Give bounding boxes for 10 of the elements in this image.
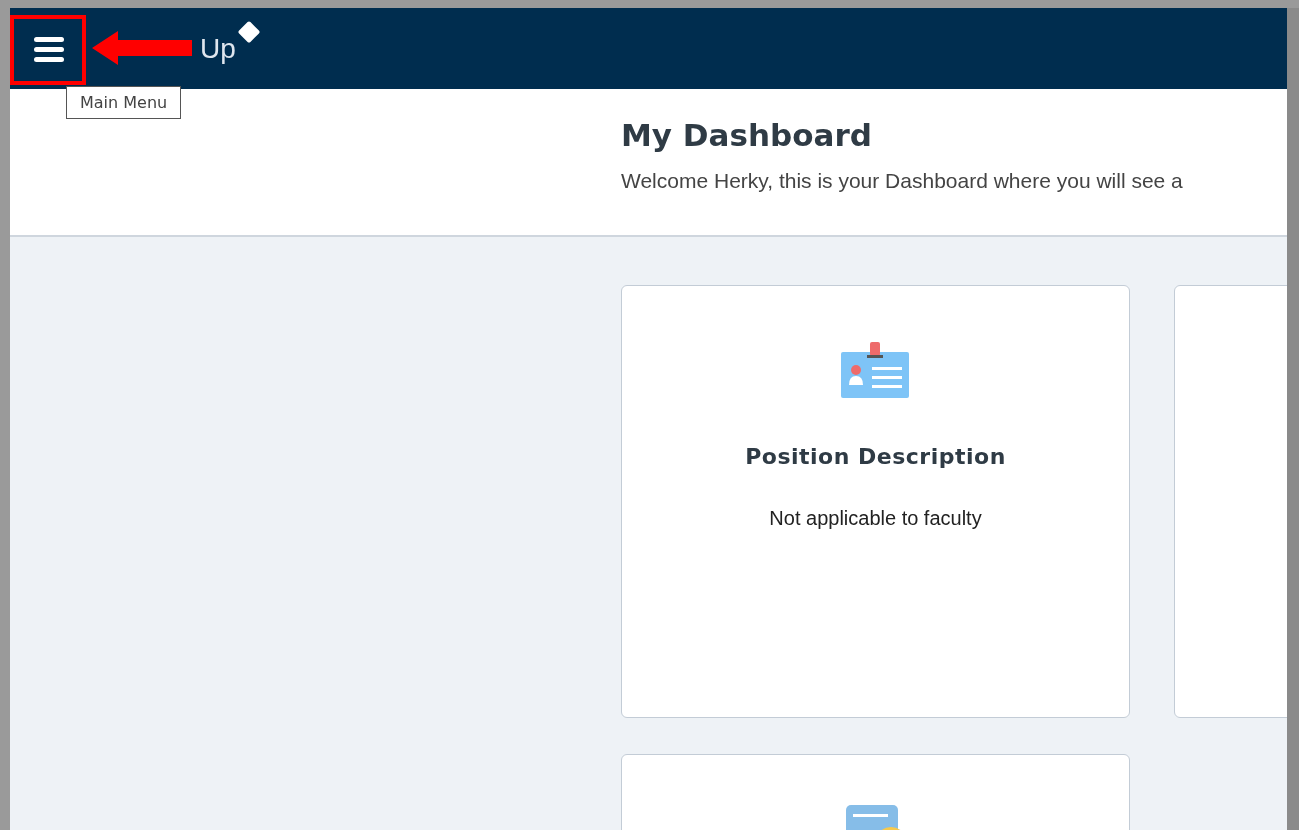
dashboard-card[interactable]: Position Description Not applicable to faculty: [621, 285, 1130, 718]
card-text: Not applicable to faculty: [769, 507, 982, 530]
main-menu-tooltip: Main Menu: [66, 86, 182, 119]
welcome-text: Welcome Herky, this is your Dashboard where you will see a: [621, 169, 1183, 193]
page-title: My Dashboard: [621, 117, 873, 153]
logo-text: Up: [200, 32, 236, 65]
main-menu-button[interactable]: [34, 35, 64, 62]
menu-icon: [34, 35, 64, 62]
card-title: Position Description: [745, 444, 1006, 469]
id-badge-icon: [840, 342, 911, 398]
